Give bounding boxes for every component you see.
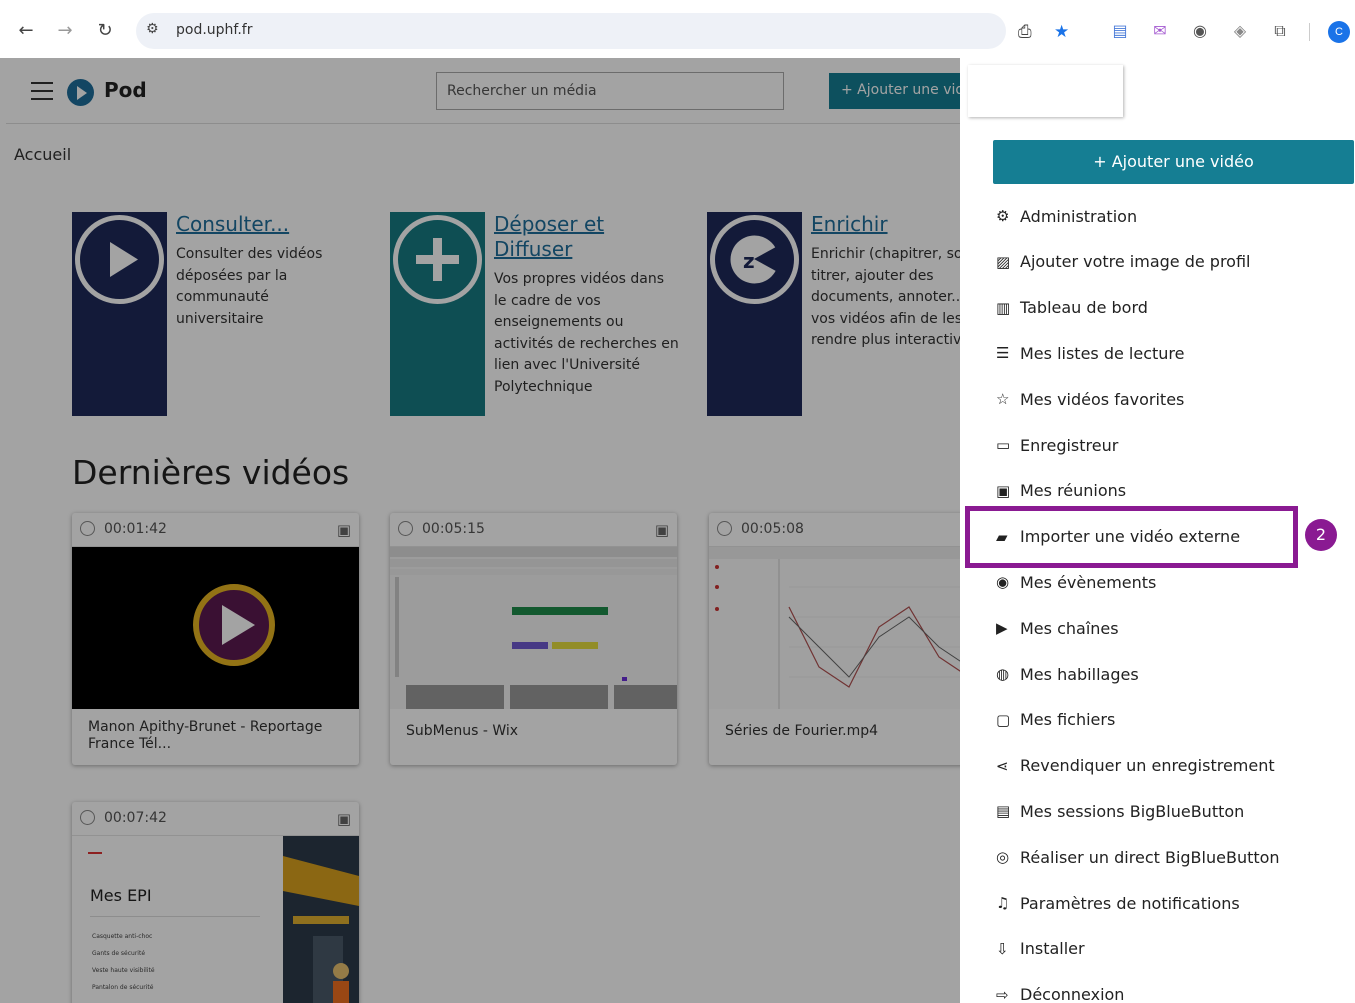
palette-icon: ◍ xyxy=(996,665,1010,683)
menu-item-label: Enregistreur xyxy=(1020,435,1119,455)
menu-item-enregistreur[interactable]: ▭ Enregistreur xyxy=(996,433,1118,457)
site-settings-icon[interactable]: ⚙ xyxy=(146,21,159,37)
menu-item-mes-r-unions[interactable]: ▣ Mes réunions xyxy=(996,479,1126,503)
menu-item-mes-fichiers[interactable]: ▢ Mes fichiers xyxy=(996,708,1115,732)
menu-item-mes-listes-de-lecture[interactable]: ☰ Mes listes de lecture xyxy=(996,341,1185,365)
menu-item-label: Paramètres de notifications xyxy=(1020,893,1240,913)
wordpress-extension-icon[interactable]: ◉ xyxy=(1190,20,1210,42)
menu-item-r-aliser-un-direct-bigbluebutton[interactable]: ◎ Réaliser un direct BigBlueButton xyxy=(996,845,1280,869)
gear-box-icon: ⚙ xyxy=(996,207,1010,225)
broadcast-icon: ◉ xyxy=(996,573,1010,592)
menu-item-param-tres-de-notifications[interactable]: ♫ Paramètres de notifications xyxy=(996,891,1240,915)
page-dim-overlay[interactable] xyxy=(0,58,960,1003)
film-icon: ▥ xyxy=(996,298,1011,317)
add-video-button[interactable]: + Ajouter une vidéo xyxy=(993,140,1354,184)
back-arrow-icon[interactable]: ← xyxy=(15,20,37,42)
menu-item-label: Tableau de bord xyxy=(1020,298,1148,318)
star-icon: ☆ xyxy=(996,390,1010,409)
menu-item-mes-sessions-bigbluebutton[interactable]: ▤ Mes sessions BigBlueButton xyxy=(996,799,1244,823)
extensions-puzzle-icon[interactable]: ⧉ xyxy=(1270,20,1290,42)
menu-item-installer[interactable]: ⇩ Installer xyxy=(996,937,1085,961)
diamond-extension-icon[interactable]: ◈ xyxy=(1230,20,1250,42)
menu-item-label: Mes évènements xyxy=(1020,572,1157,592)
menu-item-label: Mes listes de lecture xyxy=(1020,343,1185,363)
live-icon: ◎ xyxy=(996,848,1010,867)
menu-item-label: Mes fichiers xyxy=(1020,710,1116,730)
toolbar-divider xyxy=(1309,23,1310,41)
menu-item-label: Mes chaînes xyxy=(1020,618,1119,638)
step-number-badge: 2 xyxy=(1305,519,1337,551)
play-box-icon: ▶ xyxy=(996,619,1008,638)
logout-icon: ⇨ xyxy=(996,985,1009,1003)
menu-item-label: Réaliser un direct BigBlueButton xyxy=(1020,847,1280,867)
menu-item-mes-v-nements[interactable]: ◉ Mes évènements xyxy=(996,570,1156,594)
menu-item-tableau-de-bord[interactable]: ▥ Tableau de bord xyxy=(996,296,1148,320)
person-box-icon: ▣ xyxy=(996,481,1011,500)
menu-item-mes-vid-os-favorites[interactable]: ☆ Mes vidéos favorites xyxy=(996,387,1184,411)
profile-avatar[interactable]: C xyxy=(1328,21,1350,43)
menu-item-label: Mes vidéos favorites xyxy=(1020,389,1185,409)
menu-item-mes-cha-nes[interactable]: ▶ Mes chaînes xyxy=(996,616,1119,640)
menu-item-label: Administration xyxy=(1020,206,1138,226)
presentation-icon: ▤ xyxy=(996,802,1011,821)
folder-icon: ▢ xyxy=(996,710,1011,729)
bookmark-star-icon[interactable]: ★ xyxy=(1054,22,1069,42)
menu-item-d-connexion[interactable]: ⇨ Déconnexion xyxy=(996,983,1124,1003)
menu-item-label: Mes sessions BigBlueButton xyxy=(1020,801,1245,821)
menu-item-label: Mes habillages xyxy=(1020,664,1139,684)
mail-extension-icon[interactable]: ✉ xyxy=(1150,20,1170,42)
bell-icon: ♫ xyxy=(996,894,1010,912)
menu-item-label: Installer xyxy=(1020,939,1085,959)
browser-toolbar: ← → ↻ ⚙ pod.uphf.fr ⎙ ★ ▤ ✉ ◉ ◈ ⧉ C xyxy=(0,0,1355,60)
install-icon: ⇩ xyxy=(996,939,1009,958)
menu-item-label: Ajouter votre image de profil xyxy=(1020,252,1251,272)
reload-icon[interactable]: ↻ xyxy=(94,20,116,42)
menu-item-ajouter-votre-image-de-profil[interactable]: ▨ Ajouter votre image de profil xyxy=(996,250,1251,274)
menu-item-label: Déconnexion xyxy=(1020,985,1125,1003)
docs-extension-icon[interactable]: ▤ xyxy=(1110,20,1130,42)
menu-header-box xyxy=(968,65,1123,117)
menu-item-revendiquer-un-enregistrement[interactable]: ⋖ Revendiquer un enregistrement xyxy=(996,754,1275,778)
install-app-icon[interactable]: ⎙ xyxy=(1018,22,1032,42)
forward-arrow-icon[interactable]: → xyxy=(54,20,76,42)
image-icon: ▨ xyxy=(996,252,1011,271)
menu-item-label: Mes réunions xyxy=(1020,481,1127,501)
share-icon: ⋖ xyxy=(996,756,1009,775)
highlight-box xyxy=(965,506,1298,568)
menu-item-mes-habillages[interactable]: ◍ Mes habillages xyxy=(996,662,1139,686)
camera-icon: ▭ xyxy=(996,436,1011,454)
list-icon: ☰ xyxy=(996,344,1010,363)
address-bar[interactable]: ⚙ pod.uphf.fr ⎙ ★ xyxy=(136,13,1069,49)
url-text: pod.uphf.fr xyxy=(176,22,253,38)
menu-item-label: Revendiquer un enregistrement xyxy=(1020,756,1275,776)
menu-item-administration[interactable]: ⚙ Administration xyxy=(996,204,1137,228)
